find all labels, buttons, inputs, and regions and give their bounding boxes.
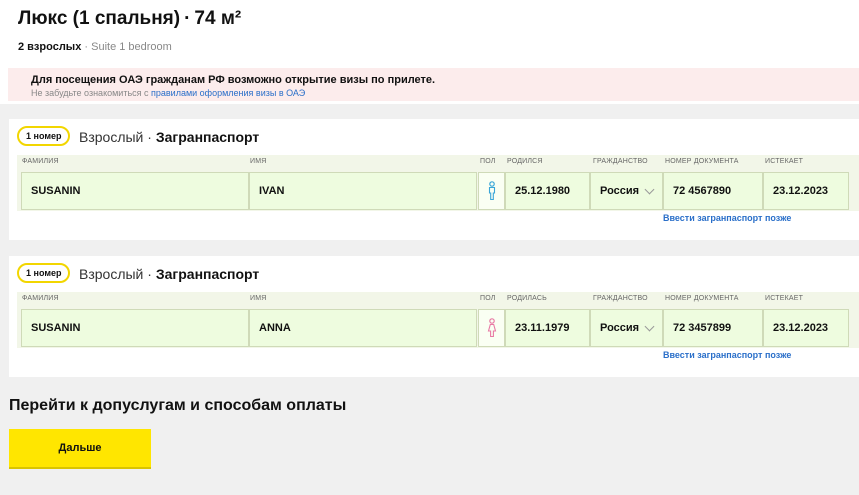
- surname-field[interactable]: SUSANIN: [21, 172, 249, 210]
- document-type: Загранпаспорт: [155, 266, 260, 282]
- birth-date-field[interactable]: 25.12.1980: [505, 172, 590, 210]
- expires-label: истекает: [765, 158, 804, 165]
- gender-toggle[interactable]: [478, 309, 505, 347]
- next-button[interactable]: Дальше: [9, 429, 151, 469]
- room-badge: 1 номер: [17, 126, 71, 146]
- surname-label: фамилия: [22, 158, 59, 165]
- surname-label: фамилия: [22, 295, 59, 302]
- citizenship-label: гражданство: [593, 295, 648, 302]
- guest-type: Взрослый · Загранпаспорт: [79, 266, 260, 282]
- gender-label: пол: [480, 295, 496, 302]
- name-field[interactable]: ANNA: [249, 309, 477, 347]
- guest-card-1: 1 номер Взрослый · Загранпаспорт фамилия…: [9, 119, 859, 240]
- room-area: 74 м²: [194, 8, 242, 29]
- expires-field[interactable]: 23.12.2023: [763, 309, 849, 347]
- room-card: Люкс (1 спальня) · 74 м² 2 взрослых · Suit…: [0, 0, 859, 104]
- visa-banner-note: Не забудьте ознакомиться с правилами офо…: [31, 88, 306, 98]
- birth-label: родилась: [507, 295, 547, 302]
- doc-number-label: номер документа: [665, 295, 739, 302]
- birth-label: родился: [507, 158, 543, 165]
- surname-field[interactable]: SUSANIN: [21, 309, 249, 347]
- room-english-name: Suite 1 bedroom: [91, 41, 172, 53]
- male-icon: [488, 181, 495, 201]
- citizenship-value: Россия: [600, 322, 640, 334]
- citizenship-select[interactable]: Россия: [590, 309, 663, 347]
- passport-form: фамилия имя пол родился гражданство номе…: [17, 155, 859, 211]
- passport-form: фамилия имя пол родилась гражданство ном…: [17, 292, 859, 348]
- expires-field[interactable]: 23.12.2023: [763, 172, 849, 210]
- guest-card-2: 1 номер Взрослый · Загранпаспорт фамилия…: [9, 256, 859, 377]
- doc-number-field[interactable]: 72 3457899: [663, 309, 763, 347]
- visa-banner-text: Для посещения ОАЭ гражданам РФ возможно …: [31, 74, 436, 86]
- name-field[interactable]: IVAN: [249, 172, 477, 210]
- female-icon: [487, 318, 496, 338]
- gender-toggle[interactable]: [478, 172, 505, 210]
- room-subtitle: 2 взрослых · Suite 1 bedroom: [18, 41, 172, 53]
- expires-label: истекает: [765, 295, 804, 302]
- visa-rules-link[interactable]: правилами оформления визы в ОАЭ: [151, 88, 305, 98]
- citizenship-label: гражданство: [593, 158, 648, 165]
- visa-banner: Для посещения ОАЭ гражданам РФ возможно …: [8, 68, 859, 101]
- chevron-down-icon: [644, 184, 655, 194]
- room-title: Люкс (1 спальня) · 74 м²: [18, 8, 242, 29]
- doc-number-label: номер документа: [665, 158, 739, 165]
- citizenship-value: Россия: [600, 185, 640, 197]
- room-badge: 1 номер: [17, 263, 71, 283]
- name-label: имя: [250, 295, 267, 302]
- document-type: Загранпаспорт: [155, 129, 260, 145]
- enter-passport-later-link[interactable]: Ввести загранпаспорт позже: [663, 350, 791, 360]
- chevron-down-icon: [644, 321, 655, 331]
- next-step-heading: Перейти к допуслугам и способам оплаты: [9, 397, 347, 414]
- doc-number-field[interactable]: 72 4567890: [663, 172, 763, 210]
- name-label: имя: [250, 158, 267, 165]
- enter-passport-later-link[interactable]: Ввести загранпаспорт позже: [663, 213, 791, 223]
- guest-count: 2 взрослых: [18, 41, 82, 53]
- birth-date-field[interactable]: 23.11.1979: [505, 309, 590, 347]
- guest-type: Взрослый · Загранпаспорт: [79, 129, 260, 145]
- citizenship-select[interactable]: Россия: [590, 172, 663, 210]
- gender-label: пол: [480, 158, 496, 165]
